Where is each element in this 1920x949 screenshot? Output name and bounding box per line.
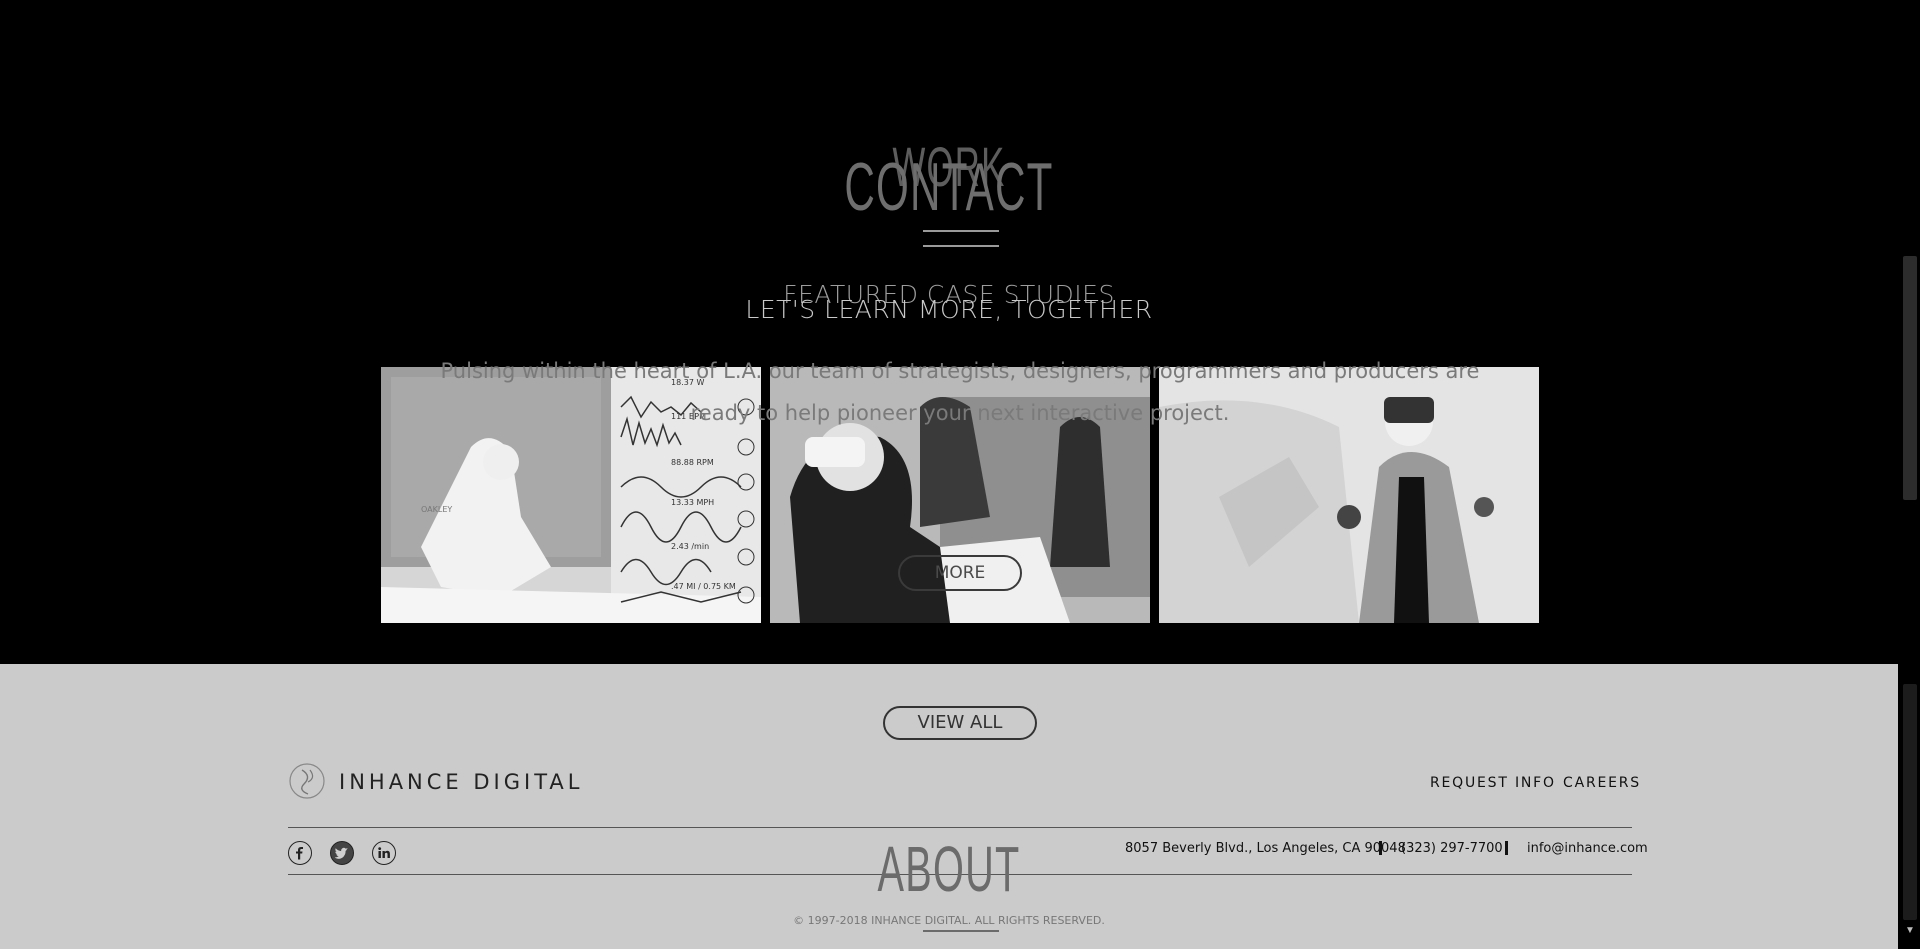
twitter-icon[interactable] [330, 841, 354, 865]
title-divider [923, 230, 999, 232]
intro-line-1: Pulsing within the heart of L.A. our tea… [440, 359, 1480, 383]
footer-divider-top [288, 827, 1632, 828]
jersey-brand-text: OAKLEY [421, 505, 452, 514]
learn-heading: LET'S LEARN MORE, TOGETHER [745, 295, 1153, 324]
copyright-text: © 1997-2018 INHANCE DIGITAL. ALL RIGHTS … [793, 914, 1105, 927]
intro-paragraph: Pulsing within the heart of L.A. our tea… [420, 350, 1500, 434]
scrollbar-thumb[interactable] [1903, 256, 1917, 500]
inhance-logo-icon[interactable] [288, 762, 326, 800]
intro-line-2: ready to help pioneer your next interact… [690, 401, 1230, 425]
about-divider [923, 930, 999, 932]
careers-link[interactable]: CAREERS [1563, 775, 1641, 791]
contact-title: CONTACT [844, 149, 1054, 225]
stat-label: 13.33 MPH [671, 498, 714, 507]
stat-label: 88.88 RPM [671, 458, 714, 467]
scroll-down-arrow-icon[interactable]: ▼ [1904, 926, 1916, 936]
stat-label: 2.43 /min [671, 542, 709, 551]
request-info-link[interactable]: REQUEST INFO [1430, 775, 1556, 791]
stat-label: .47 MI / 0.75 KM [671, 582, 736, 591]
footer-email[interactable]: info@inhance.com [1527, 841, 1648, 856]
scrollbar-thumb-lower[interactable] [1903, 684, 1917, 920]
title-divider-2 [923, 245, 999, 247]
view-all-button[interactable]: VIEW ALL [883, 706, 1037, 740]
brand-name[interactable]: INHANCE DIGITAL [339, 770, 583, 794]
more-button[interactable]: MORE [898, 555, 1022, 591]
facebook-icon[interactable] [288, 841, 312, 865]
about-title: ABOUT [877, 833, 1021, 905]
